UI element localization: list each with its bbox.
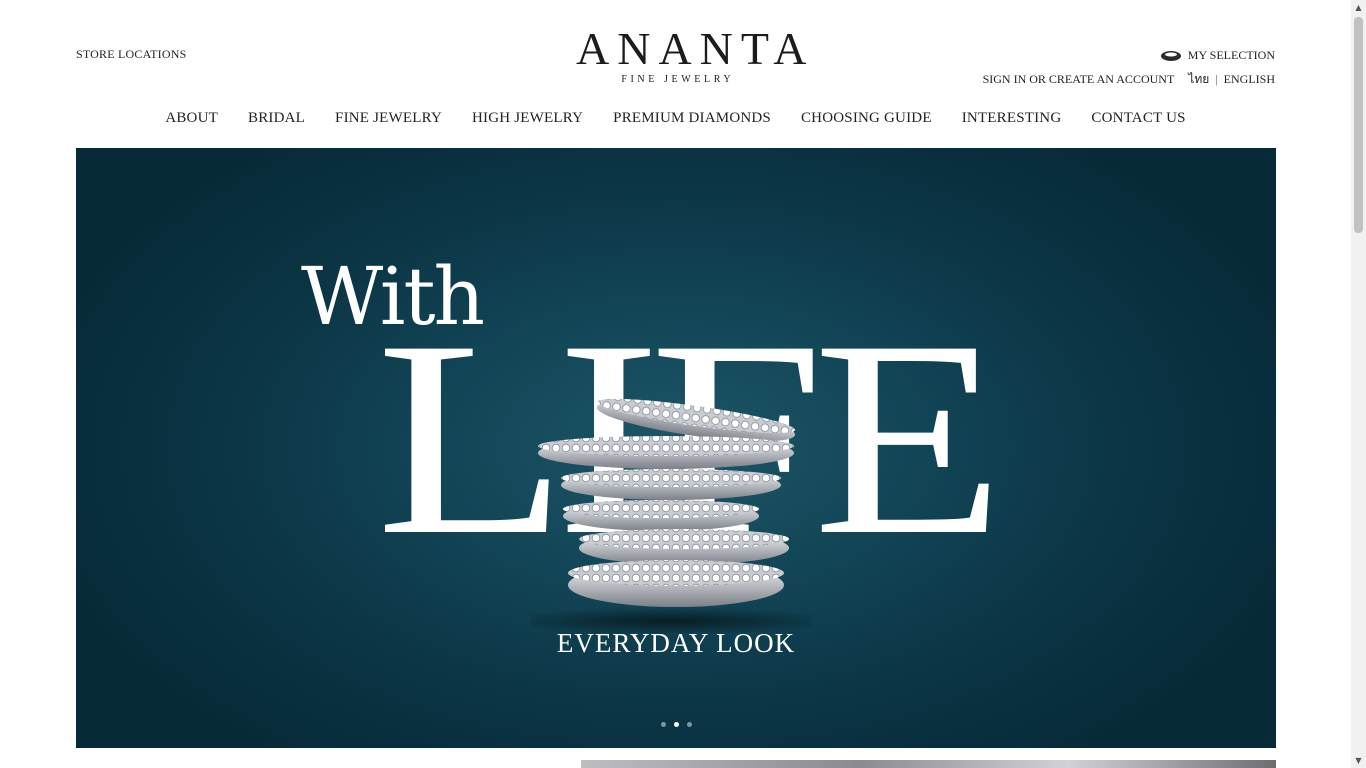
lang-thai-link[interactable]: ไทย (1188, 70, 1209, 89)
scroll-down-arrow-icon[interactable]: ▼ (1351, 753, 1366, 768)
carousel-dot-2[interactable] (673, 722, 679, 727)
logo-name: ANANTA (576, 23, 815, 74)
carousel-dot-3[interactable] (686, 722, 692, 727)
logo-subtitle: FINE JEWELRY (621, 74, 735, 85)
sign-in-link[interactable]: SIGN IN OR CREATE AN ACCOUNT (983, 72, 1175, 87)
lang-separator: | (1215, 72, 1218, 86)
ring-stack-image (531, 398, 811, 633)
nav-premium-diamonds[interactable]: PREMIUM DIAMONDS (613, 110, 771, 127)
vertical-scrollbar[interactable]: ▲ ▼ (1351, 0, 1366, 768)
nav-choosing-guide[interactable]: CHOOSING GUIDE (801, 110, 932, 127)
featured-image-strip[interactable] (581, 760, 1276, 768)
nav-about[interactable]: ABOUT (165, 110, 218, 127)
nav-interesting[interactable]: INTERESTING (962, 110, 1062, 127)
nav-high-jewelry[interactable]: HIGH JEWELRY (472, 110, 583, 127)
scrollbar-thumb[interactable] (1354, 17, 1363, 233)
ring-icon (1160, 50, 1182, 62)
account-row: SIGN IN OR CREATE AN ACCOUNT ไทย | ENGLI… (983, 70, 1275, 89)
hero-caption: EVERYDAY LOOK (556, 628, 796, 658)
hero-banner[interactable]: With LIFE (76, 148, 1276, 748)
scroll-up-arrow-icon[interactable]: ▲ (1351, 0, 1366, 15)
nav-bridal[interactable]: BRIDAL (248, 110, 305, 127)
store-locations-link[interactable]: STORE LOCATIONS (76, 47, 186, 62)
my-selection-label: MY SELECTION (1187, 48, 1275, 62)
logo[interactable]: ANANTA FINE JEWELRY (576, 26, 807, 86)
nav-contact-us[interactable]: CONTACT US (1091, 110, 1185, 127)
carousel-dot-1[interactable] (660, 722, 666, 727)
main-nav: ABOUT BRIDAL FINE JEWELRY HIGH JEWELRY P… (0, 110, 1351, 127)
carousel-dots (76, 722, 1276, 727)
lang-english-link[interactable]: ENGLISH (1224, 72, 1275, 87)
nav-fine-jewelry[interactable]: FINE JEWELRY (335, 110, 442, 127)
page: STORE LOCATIONS ANANTA FINE JEWELRY MY S… (0, 0, 1351, 768)
my-selection-link[interactable]: MY SELECTION (1160, 48, 1275, 63)
